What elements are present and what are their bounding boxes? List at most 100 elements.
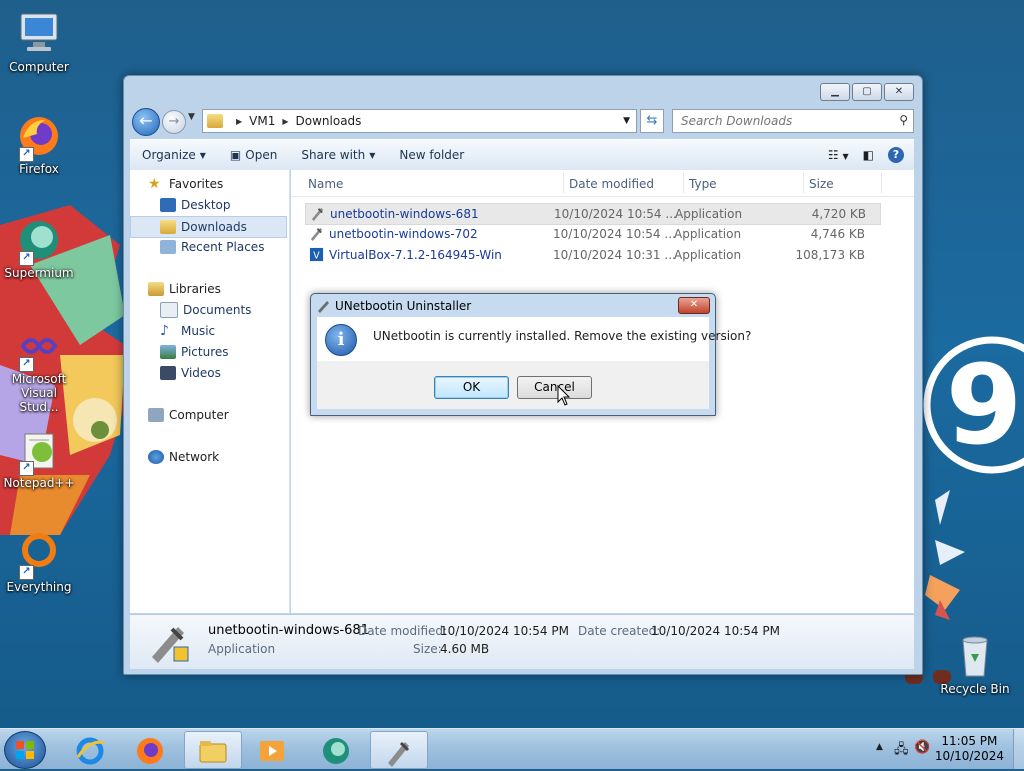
breadcrumb-downloads[interactable]: Downloads — [296, 114, 362, 128]
file-type: Application — [674, 227, 742, 241]
recent-places-icon — [160, 240, 176, 254]
file-name: unetbootin-windows-702 — [329, 227, 478, 241]
address-bar[interactable]: ▶ VM1 ▶ Downloads ▼ — [202, 109, 637, 133]
file-date: 10/10/2024 10:54 ... — [554, 207, 677, 221]
maximize-button[interactable]: ▢ — [852, 83, 882, 101]
unetbootin-file-icon — [310, 227, 323, 241]
nav-libraries[interactable]: Libraries — [148, 279, 288, 299]
preview-pane-icon[interactable]: ◧ — [863, 148, 874, 162]
column-size[interactable]: Size — [809, 177, 834, 191]
chevron-down-icon: ▼ — [199, 150, 206, 160]
taskbar-explorer[interactable] — [184, 731, 242, 769]
change-view-button[interactable]: ☷ ▼ — [828, 148, 849, 162]
navigation-pane: ★ Favorites Desktop Downloads Recent Pla… — [130, 170, 290, 613]
desktop-icon-recycle-bin[interactable]: Recycle Bin — [937, 632, 1013, 696]
breadcrumb-separator-icon[interactable]: ▶ — [236, 117, 242, 126]
taskbar-internet-explorer[interactable] — [62, 731, 118, 767]
cancel-button[interactable]: Cancel — [517, 376, 592, 399]
open-icon: ▣ — [229, 148, 242, 162]
column-type[interactable]: Type — [689, 177, 717, 191]
view-controls: ☷ ▼ ◧ ? — [828, 147, 914, 163]
show-desktop-button[interactable] — [1013, 729, 1024, 769]
nav-computer[interactable]: Computer — [148, 405, 288, 425]
column-date-modified[interactable]: Date modified — [569, 177, 654, 191]
wallpaper-nine-logo: 9 — [923, 336, 1024, 474]
shortcut-arrow-icon: ↗ — [19, 357, 34, 372]
new-folder-button[interactable]: New folder — [387, 148, 476, 162]
organize-menu[interactable]: Organize ▼ — [130, 148, 218, 162]
open-button[interactable]: ▣ Open — [218, 148, 289, 162]
dialog-message: UNetbootin is currently installed. Remov… — [373, 329, 752, 343]
search-input[interactable] — [679, 110, 893, 132]
column-divider[interactable] — [881, 173, 882, 193]
nav-label: Desktop — [181, 198, 231, 212]
taskbar-unetbootin[interactable] — [370, 731, 428, 769]
downloads-folder-icon — [160, 220, 176, 234]
column-name[interactable]: Name — [308, 177, 343, 191]
visual-studio-icon: ↗ — [15, 322, 63, 372]
recycle-bin-icon — [951, 632, 999, 680]
nav-documents[interactable]: Documents — [160, 300, 288, 320]
column-divider[interactable] — [563, 173, 564, 193]
close-button[interactable]: ✕ — [884, 83, 914, 101]
desktop-icon-visual-studio[interactable]: ↗ Microsoft Visual Stud... — [1, 322, 77, 414]
minimize-button[interactable]: ▁ — [820, 83, 850, 101]
column-divider[interactable] — [683, 173, 684, 193]
desktop-icon-everything[interactable]: ↗ Everything — [1, 530, 77, 594]
column-divider[interactable] — [803, 173, 804, 193]
address-row: ← → ▼ ▶ VM1 ▶ Downloads ▼ ⇆ ⚲ — [132, 108, 914, 136]
volume-muted-icon[interactable]: 🔇 — [914, 740, 930, 755]
breadcrumb-separator-icon[interactable]: ▶ — [282, 117, 288, 126]
system-tray: ▲ 🖧 🔇 11:05 PM 10/10/2024 — [864, 729, 1024, 769]
nav-pictures[interactable]: Pictures — [160, 342, 288, 362]
file-row[interactable]: unetbootin-windows-702 10/10/2024 10:54 … — [305, 224, 879, 244]
share-with-menu[interactable]: Share with ▼ — [289, 148, 387, 162]
taskbar-media-player[interactable] — [244, 731, 300, 767]
music-icon: ♪ — [160, 323, 169, 339]
svg-text:V: V — [313, 250, 320, 261]
network-status-icon[interactable]: 🖧 — [894, 740, 909, 762]
back-arrow-icon: ← — [139, 111, 153, 130]
documents-icon — [160, 302, 178, 318]
recent-pages-dropdown[interactable]: ▼ — [188, 112, 195, 122]
desktop-icon-computer[interactable]: Computer — [1, 10, 77, 74]
back-button[interactable]: ← — [132, 108, 160, 136]
taskbar-supermium[interactable] — [308, 731, 364, 767]
desktop-icon-notepad-plus-plus[interactable]: ↗ Notepad++ — [1, 426, 77, 490]
start-button[interactable] — [4, 731, 46, 769]
chevron-down-icon: ▼ — [842, 152, 849, 161]
file-row[interactable]: V VirtualBox-7.1.2-164945-Win 10/10/2024… — [305, 245, 879, 265]
dialog-close-button[interactable]: ✕ — [678, 297, 710, 314]
file-size: 108,173 KB — [795, 248, 865, 262]
taskbar-firefox[interactable] — [122, 731, 178, 767]
details-date-created: 10/10/2024 10:54 PM — [651, 624, 780, 638]
refresh-button[interactable]: ⇆ — [640, 109, 664, 133]
clock-time: 11:05 PM — [941, 734, 998, 748]
help-icon[interactable]: ? — [888, 147, 904, 163]
shortcut-arrow-icon: ↗ — [19, 565, 34, 580]
nav-network[interactable]: Network — [148, 447, 288, 467]
chevron-down-icon: ▼ — [369, 150, 376, 160]
supermium-icon — [323, 738, 349, 764]
file-row[interactable]: unetbootin-windows-681 10/10/2024 10:54 … — [305, 203, 881, 225]
desktop-icon-supermium[interactable]: ↗ Supermium — [1, 216, 77, 280]
address-dropdown-icon[interactable]: ▼ — [623, 116, 630, 126]
desktop-icon-label: Everything — [6, 580, 72, 594]
desktop-icon-firefox[interactable]: ↗ Firefox — [1, 112, 77, 176]
clock[interactable]: 11:05 PM 10/10/2024 — [935, 734, 1004, 764]
windows-logo-icon — [16, 741, 34, 759]
nav-music[interactable]: ♪ Music — [160, 321, 288, 341]
nav-favorites[interactable]: ★ Favorites — [148, 174, 288, 194]
nav-downloads[interactable]: Downloads — [130, 216, 287, 238]
desktop-icon — [160, 198, 176, 212]
nav-desktop[interactable]: Desktop — [160, 195, 288, 215]
nav-recent-places[interactable]: Recent Places — [160, 237, 288, 257]
breadcrumb-vm1[interactable]: VM1 — [249, 114, 275, 128]
forward-button[interactable]: → — [162, 110, 186, 134]
show-hidden-icons-button[interactable]: ▲ — [876, 742, 883, 752]
nav-videos[interactable]: Videos — [160, 363, 288, 383]
nav-label: Music — [181, 324, 216, 338]
taskbar: ▲ 🖧 🔇 11:05 PM 10/10/2024 — [0, 728, 1024, 769]
search-box[interactable]: ⚲ — [672, 109, 914, 133]
ok-button[interactable]: OK — [434, 376, 509, 399]
